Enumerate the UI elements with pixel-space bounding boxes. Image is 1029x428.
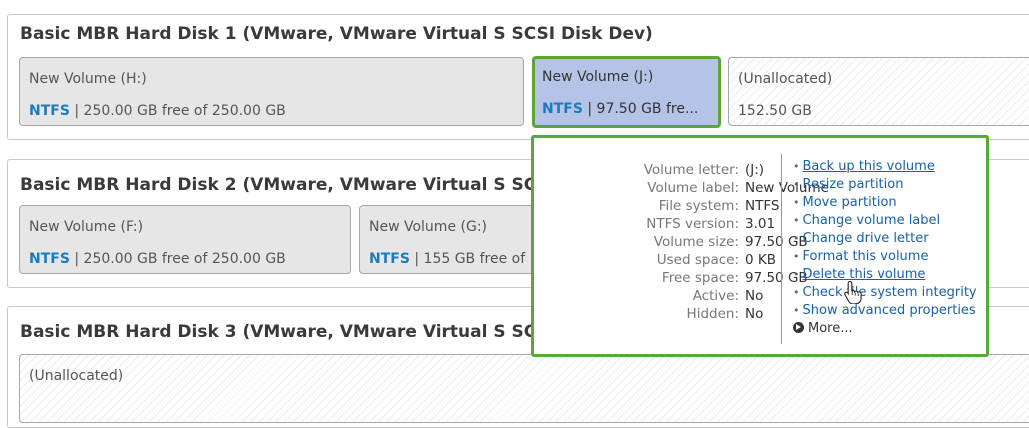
- action-label: Change volume label: [802, 213, 941, 228]
- prop-label: Used space:: [656, 252, 739, 268]
- hand-pointer-icon: [844, 280, 862, 304]
- prop-label: Volume size:: [653, 234, 739, 250]
- action-label: Back up this volume: [802, 159, 935, 174]
- volume-name: New Volume (F:): [29, 219, 144, 235]
- volume-properties: Volume letter: (J:) Volume label: New Volu…: [544, 161, 829, 323]
- volume-name: (Unallocated): [738, 71, 833, 87]
- volume-detail: | 250.00 GB free of 250.00 GB: [69, 251, 286, 267]
- prop-value: NTFS: [745, 198, 780, 214]
- action-format-volume[interactable]: • Format this volume: [793, 248, 977, 266]
- volume-details-popup: Volume letter: (J:) Volume label: New Volu…: [531, 135, 989, 357]
- bullet: •: [793, 196, 800, 209]
- volume-info: NTFS | 155 GB free of: [369, 251, 525, 267]
- prop-row: Volume letter: (J:): [544, 161, 829, 179]
- action-show-advanced-properties[interactable]: • Show advanced properties: [793, 302, 977, 320]
- bullet: •: [793, 250, 800, 263]
- popup-divider: [781, 154, 782, 344]
- volume-fs: NTFS: [29, 251, 70, 267]
- prop-label: Active:: [692, 288, 739, 304]
- disk-1-panel: Basic MBR Hard Disk 1 (VMware, VMware Vi…: [7, 14, 1029, 140]
- more-button[interactable]: More...: [793, 320, 977, 338]
- prop-label: Free space:: [661, 270, 739, 286]
- disk-2-title: Basic MBR Hard Disk 2 (VMware, VMware Vi…: [20, 175, 556, 195]
- prop-label: NTFS version:: [646, 216, 739, 232]
- bullet: •: [793, 268, 800, 281]
- more-label: More...: [808, 321, 853, 336]
- bullet: •: [793, 160, 800, 173]
- bullet: •: [793, 214, 800, 227]
- prop-value: 3.01: [745, 216, 776, 232]
- action-label: Resize partition: [802, 177, 904, 192]
- disk-3-title: Basic MBR Hard Disk 3 (VMware, VMware Vi…: [20, 322, 556, 342]
- prop-value: No: [745, 306, 764, 322]
- bullet: •: [793, 286, 800, 299]
- volume-name: (Unallocated): [29, 368, 124, 384]
- action-change-drive-letter[interactable]: • Change drive letter: [793, 230, 977, 248]
- volume-unallocated[interactable]: (Unallocated) 152.50 GB: [728, 57, 1029, 126]
- bullet: •: [793, 232, 800, 245]
- prop-label: Hidden:: [686, 306, 739, 322]
- volume-unallocated[interactable]: (Unallocated): [19, 354, 1029, 423]
- volume-h[interactable]: New Volume (H:) NTFS | 250.00 GB free of…: [19, 57, 524, 126]
- bullet: •: [793, 178, 800, 191]
- action-check-file-system[interactable]: • Check file system integrity: [793, 284, 977, 302]
- prop-value: 0 KB: [745, 252, 776, 268]
- volume-j[interactable]: New Volume (J:) NTFS | 97.50 GB fre...: [532, 56, 721, 128]
- action-change-volume-label[interactable]: • Change volume label: [793, 212, 977, 230]
- action-move-partition[interactable]: • Move partition: [793, 194, 977, 212]
- volume-info: NTFS | 250.00 GB free of 250.00 GB: [29, 103, 286, 119]
- volume-info: NTFS | 250.00 GB free of 250.00 GB: [29, 251, 286, 267]
- bullet: •: [793, 304, 800, 317]
- volume-detail: | 250.00 GB free of 250.00 GB: [69, 103, 286, 119]
- volume-fs: NTFS: [369, 251, 410, 267]
- action-label: Move partition: [802, 195, 897, 210]
- volume-size: 152.50 GB: [738, 103, 812, 119]
- volume-actions-list: • Back up this volume • Resize partition •…: [793, 158, 977, 338]
- action-label: Change drive letter: [802, 231, 929, 246]
- prop-value: (J:): [745, 162, 765, 178]
- volume-detail: | 155 GB free of: [409, 251, 526, 267]
- volume-info: NTFS | 97.50 GB fre...: [542, 101, 698, 117]
- prop-row: File system: NTFS: [544, 197, 829, 215]
- prop-row: Free space: 97.50 GB: [544, 269, 829, 287]
- prop-row: Active: No: [544, 287, 829, 305]
- prop-row: Hidden: No: [544, 305, 829, 323]
- action-label: Check file system integrity: [802, 285, 977, 300]
- play-circle-icon: [793, 322, 804, 333]
- action-label: Show advanced properties: [802, 303, 976, 318]
- action-label: Format this volume: [802, 249, 929, 264]
- disk-1-title: Basic MBR Hard Disk 1 (VMware, VMware Vi…: [20, 24, 653, 44]
- prop-row: Volume size: 97.50 GB: [544, 233, 829, 251]
- prop-label: Volume label:: [647, 180, 739, 196]
- prop-label: Volume letter:: [643, 162, 739, 178]
- action-resize-partition[interactable]: • Resize partition: [793, 176, 977, 194]
- volume-name: New Volume (H:): [29, 71, 147, 87]
- prop-row: Volume label: New Volume: [544, 179, 829, 197]
- volume-fs: NTFS: [542, 101, 583, 117]
- action-delete-volume[interactable]: • Delete this volume: [793, 266, 977, 284]
- volume-f[interactable]: New Volume (F:) NTFS | 250.00 GB free of…: [19, 205, 351, 274]
- prop-row: NTFS version: 3.01: [544, 215, 829, 233]
- volume-name: New Volume (G:): [369, 219, 487, 235]
- volume-fs: NTFS: [29, 103, 70, 119]
- action-back-up-volume[interactable]: • Back up this volume: [793, 158, 977, 176]
- prop-label: File system:: [658, 198, 739, 214]
- prop-value: No: [745, 288, 764, 304]
- volume-detail: | 97.50 GB fre...: [582, 101, 699, 117]
- prop-row: Used space: 0 KB: [544, 251, 829, 269]
- volume-name: New Volume (J:): [542, 69, 654, 85]
